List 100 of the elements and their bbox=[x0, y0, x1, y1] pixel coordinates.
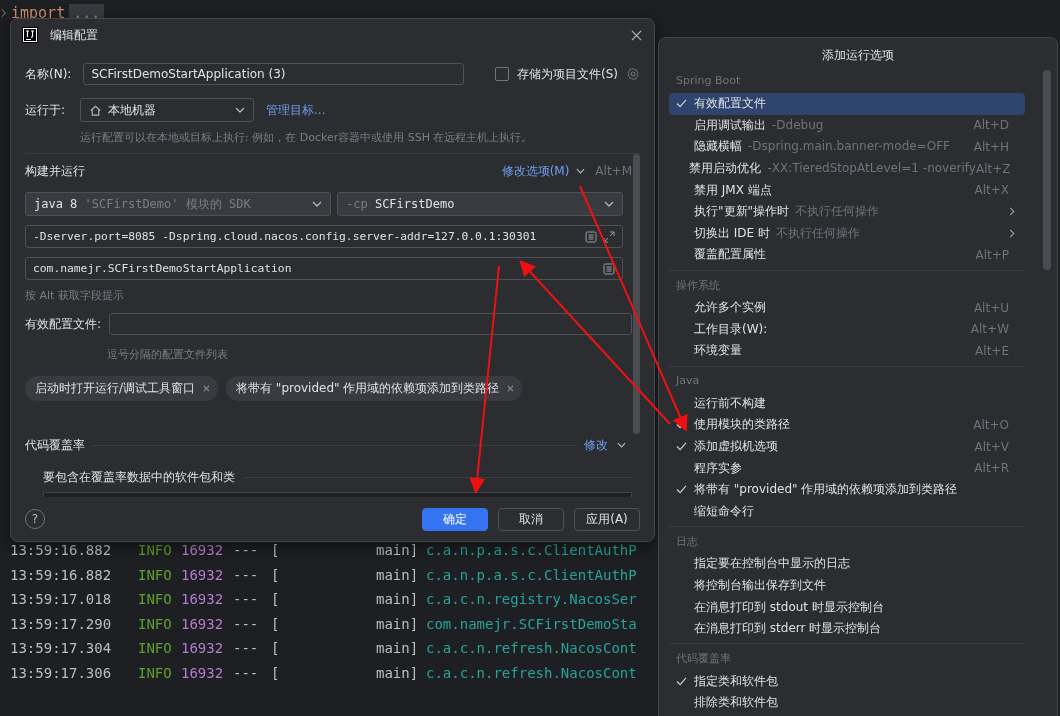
log-separator: --- bbox=[233, 591, 260, 608]
menu-item[interactable]: 有效配置文件 bbox=[669, 93, 1025, 115]
chevron-down-icon bbox=[312, 201, 322, 207]
menu-item[interactable]: 启用调试输出 -Ddebug Alt+D bbox=[669, 114, 1025, 137]
menu-item[interactable]: 工作目录(W): Alt+W bbox=[669, 318, 1025, 340]
scrollbar[interactable] bbox=[1043, 70, 1051, 270]
menu-item[interactable]: 缩短命令行 bbox=[669, 500, 1025, 523]
chevron-down-icon bbox=[235, 107, 246, 113]
menu-item[interactable]: 指定类和软件包 bbox=[669, 670, 1025, 693]
gear-icon[interactable] bbox=[626, 67, 640, 81]
vm-options-field[interactable]: -Dserver.port=8085 -Dspring.cloud.nacos.config.server-addr=127.0.0.1:30301 bbox=[25, 225, 623, 248]
log-logger: c.a.n.p.a.s.c.ClientAuthP bbox=[426, 566, 637, 583]
log-bracket: [ bbox=[271, 566, 281, 583]
log-separator: --- bbox=[233, 640, 260, 657]
log-thread: main] bbox=[376, 640, 420, 657]
field-hint: 按 Alt 获取字段提示 bbox=[25, 288, 125, 303]
log-level: INFO bbox=[138, 615, 173, 632]
dialog-button[interactable]: 取消 bbox=[498, 507, 564, 531]
store-checkbox-label[interactable]: 存储为项目文件(S) bbox=[517, 65, 618, 83]
menu-item[interactable]: 禁用启动优化 -XX:TieredStopAtLevel=1 -noverifyAlt+Z bbox=[669, 157, 1025, 180]
remove-icon[interactable] bbox=[507, 385, 515, 392]
menu-item[interactable]: 允许多个实例 Alt+U bbox=[669, 296, 1025, 319]
dialog-title: 编辑配置 bbox=[50, 26, 98, 44]
section-title: 构建并运行 bbox=[25, 162, 85, 180]
menu-item[interactable]: 在消息打印到 stderr 时显示控制台 bbox=[669, 617, 1025, 640]
fold-chevron-icon[interactable] bbox=[1, 8, 7, 18]
run-on-label: 运行于: bbox=[25, 101, 66, 119]
menu-item[interactable]: 排除类和软件包 bbox=[669, 692, 1025, 714]
log-level: INFO bbox=[138, 640, 173, 657]
shortcut-hint: Alt+M bbox=[595, 164, 632, 178]
log-time: 13:59:17.304 bbox=[10, 640, 113, 657]
coverage-subtitle: 要包含在覆盖率数据中的软件包和类 bbox=[43, 468, 235, 486]
profiles-field[interactable] bbox=[109, 313, 632, 335]
log-separator: --- bbox=[233, 566, 260, 583]
menu-item[interactable]: 将控制台输出保存到文件 bbox=[669, 574, 1025, 597]
profiles-hint: 逗号分隔的配置文件列表 bbox=[107, 347, 229, 362]
scrollbar[interactable] bbox=[633, 154, 640, 434]
log-separator: --- bbox=[233, 615, 260, 632]
log-logger: c.a.n.p.a.s.c.ClientAuthP bbox=[426, 542, 637, 559]
log-level: INFO bbox=[138, 566, 173, 583]
menu-item[interactable]: 添加虚拟机选项 Alt+V bbox=[669, 435, 1025, 458]
menu-title: 添加运行选项 bbox=[821, 47, 895, 64]
menu-item[interactable]: 执行"更新"操作时 不执行任何操作 bbox=[669, 200, 1025, 223]
log-pid: 16932 bbox=[181, 615, 225, 632]
home-icon bbox=[89, 103, 103, 117]
chevron-down-icon bbox=[604, 201, 614, 207]
log-bracket: [ bbox=[271, 591, 281, 608]
close-icon[interactable] bbox=[631, 29, 642, 41]
log-thread: main] bbox=[376, 566, 420, 583]
menu-group-header: 日志 bbox=[675, 534, 699, 551]
chevron-down-icon bbox=[617, 442, 626, 448]
document-icon[interactable] bbox=[585, 230, 597, 243]
menu-item[interactable]: 使用模块的类路径 Alt+O bbox=[669, 414, 1025, 436]
log-thread: main] bbox=[376, 542, 420, 559]
profiles-label: 有效配置文件: bbox=[25, 315, 102, 333]
menu-item[interactable]: 隐藏横幅 -Dspring.main.banner-mode=OFF Alt+H bbox=[669, 136, 1025, 158]
log-time: 13:59:16.882 bbox=[10, 542, 113, 559]
log-level: INFO bbox=[138, 542, 173, 559]
dialog-button[interactable]: 应用(A) bbox=[574, 507, 640, 531]
log-time: 13:59:17.306 bbox=[10, 664, 113, 681]
expand-icon[interactable] bbox=[603, 230, 615, 243]
log-pid: 16932 bbox=[181, 640, 225, 657]
menu-item[interactable]: 禁用 JMX 端点 Alt+X bbox=[669, 179, 1025, 201]
jdk-dropdown[interactable]: java 8 'SCFirstDemo' 模块的 SDK bbox=[25, 192, 331, 216]
remove-icon[interactable] bbox=[203, 385, 211, 392]
option-chip[interactable]: 启动时打开运行/调试工具窗口 bbox=[25, 376, 219, 401]
menu-item[interactable]: 环境变量 Alt+E bbox=[669, 339, 1025, 362]
manage-targets-link[interactable]: 管理目标... bbox=[266, 101, 326, 119]
menu-group-header: 代码覆盖率 bbox=[675, 651, 732, 668]
log-logger: c.a.c.n.registry.NacosSer bbox=[426, 591, 637, 608]
code-keyword: import bbox=[11, 4, 66, 22]
app-logo-icon bbox=[22, 27, 38, 43]
modify-link[interactable]: 修改 bbox=[584, 436, 608, 454]
document-icon[interactable] bbox=[603, 262, 615, 275]
menu-item[interactable]: 覆盖配置属性 Alt+P bbox=[669, 244, 1025, 266]
log-time: 13:59:16.882 bbox=[10, 566, 113, 583]
modify-options-link[interactable]: 修改选项(M) bbox=[501, 162, 570, 180]
menu-item[interactable]: 将带有 "provided" 作用域的依赖项添加到类路径 bbox=[669, 478, 1025, 501]
menu-item[interactable]: 切换出 IDE 时 不执行任何操作 bbox=[669, 222, 1025, 245]
log-pid: 16932 bbox=[181, 566, 225, 583]
log-thread: main] bbox=[376, 615, 420, 632]
name-field[interactable]: SCFirstDemoStartApplication (3) bbox=[83, 63, 465, 85]
menu-item[interactable]: 在消息打印到 stdout 时显示控制台 bbox=[669, 596, 1025, 618]
menu-group-header: Java bbox=[674, 372, 701, 389]
log-bracket: [ bbox=[271, 542, 281, 559]
classpath-dropdown[interactable]: -cp SCFirstDemo bbox=[337, 192, 623, 216]
log-bracket: [ bbox=[271, 640, 281, 657]
run-target-dropdown[interactable]: 本地机器 bbox=[80, 98, 255, 122]
menu-group-header: Spring Boot bbox=[675, 73, 742, 89]
store-checkbox[interactable] bbox=[495, 67, 509, 81]
log-pid: 16932 bbox=[181, 664, 225, 681]
section-title: 代码覆盖率 bbox=[25, 436, 85, 454]
log-level: INFO bbox=[138, 664, 173, 681]
log-thread: main] bbox=[376, 664, 420, 681]
ok-button[interactable]: 确定 bbox=[422, 507, 488, 531]
main-class-field[interactable]: com.namejr.SCFirstDemoStartApplication bbox=[25, 257, 623, 280]
menu-item[interactable]: 运行前不构建 bbox=[669, 392, 1025, 415]
menu-item[interactable]: 指定要在控制台中显示的日志 bbox=[669, 553, 1025, 575]
menu-item[interactable]: 程序实参 Alt+R bbox=[669, 457, 1025, 479]
log-separator: --- bbox=[233, 542, 260, 559]
